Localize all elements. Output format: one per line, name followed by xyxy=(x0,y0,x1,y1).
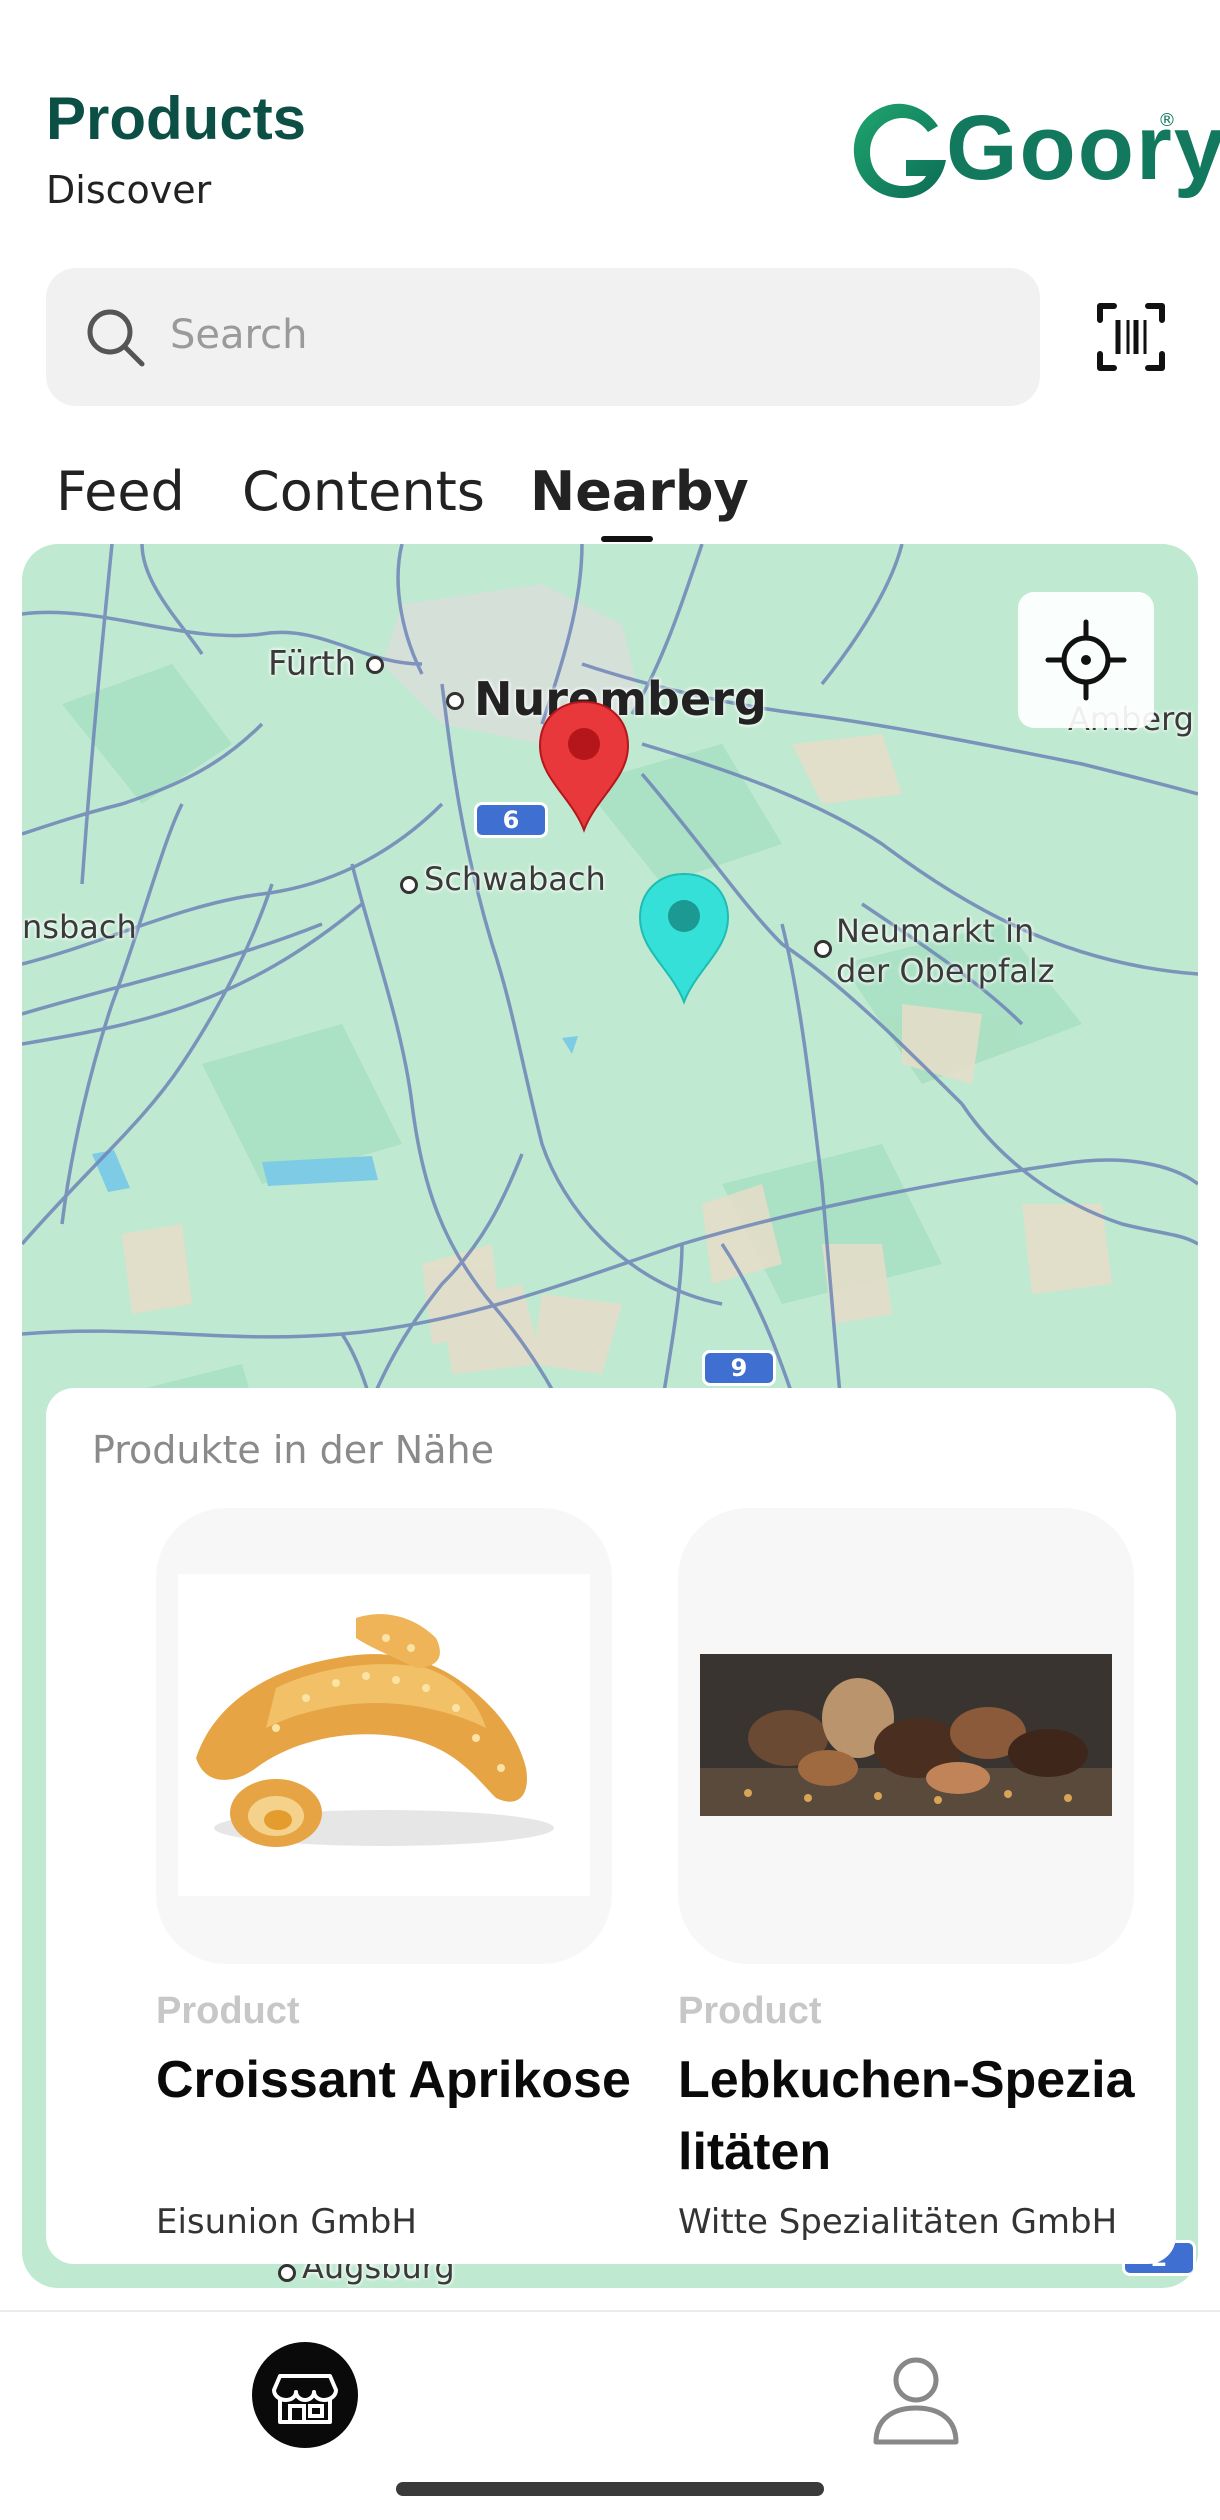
map-label-neumarkt-line1: Neumarkt in xyxy=(836,912,1035,950)
barcode-scan-icon[interactable] xyxy=(1096,302,1166,372)
product-type: Product xyxy=(156,1990,300,2032)
croissant-image xyxy=(178,1574,590,1896)
search-input[interactable]: Search xyxy=(170,312,307,358)
map-city-dot xyxy=(366,656,384,674)
store-icon xyxy=(272,2374,338,2424)
tab-bar: Feed Contents Nearby xyxy=(0,450,1220,550)
logo-wordmark: Goory xyxy=(946,97,1220,199)
nav-store-button[interactable] xyxy=(252,2342,358,2448)
product-vendor: Witte Spezialitäten GmbH xyxy=(678,2202,1118,2242)
tab-contents[interactable]: Contents xyxy=(242,460,485,523)
product-name: Lebkuchen-Spezialitäten xyxy=(678,2051,1135,2181)
map-city-dot xyxy=(446,692,464,710)
tab-feed[interactable]: Feed xyxy=(56,460,185,523)
search-bar[interactable]: Search xyxy=(46,268,1040,406)
lebkuchen-image xyxy=(700,1654,1112,1816)
crosshair-icon xyxy=(1045,619,1127,701)
map-label-ansbach: nsbach xyxy=(22,908,137,946)
product-vendor: Eisunion GmbH xyxy=(156,2202,417,2242)
person-icon[interactable] xyxy=(868,2350,964,2450)
route-shield-9: 9 xyxy=(702,1350,776,1386)
map-label-fuerth: Fürth xyxy=(268,644,357,684)
product-name: Croissant Aprikose xyxy=(156,2051,631,2109)
logo-registered: ® xyxy=(1158,110,1176,131)
goory-logo-mark xyxy=(853,103,946,199)
page-title: Products xyxy=(46,85,307,152)
product-image-frame xyxy=(156,1508,612,1964)
teal-location-pin[interactable] xyxy=(634,870,734,1006)
map-label-neumarkt-line2: der Oberpfalz xyxy=(836,952,1055,990)
locate-me-button[interactable] xyxy=(1018,592,1154,728)
tab-active-indicator xyxy=(601,536,653,542)
map-city-dot xyxy=(278,2264,296,2282)
product-image-frame xyxy=(678,1508,1134,1964)
goory-logo: Goory ® xyxy=(846,96,1220,206)
tab-nearby[interactable]: Nearby xyxy=(530,460,749,523)
map-city-dot xyxy=(814,940,832,958)
home-indicator[interactable] xyxy=(396,2482,824,2496)
nearby-title: Produkte in der Nähe xyxy=(92,1428,494,1472)
map-label-schwabach: Schwabach xyxy=(424,860,606,898)
product-type: Product xyxy=(678,1990,822,2032)
search-icon xyxy=(87,309,145,367)
map-city-dot xyxy=(400,876,418,894)
nearby-products-card: Produkte in der Nähe Product Croissant A… xyxy=(46,1388,1176,2264)
page-subtitle: Discover xyxy=(46,168,212,212)
red-location-pin[interactable] xyxy=(534,698,634,834)
